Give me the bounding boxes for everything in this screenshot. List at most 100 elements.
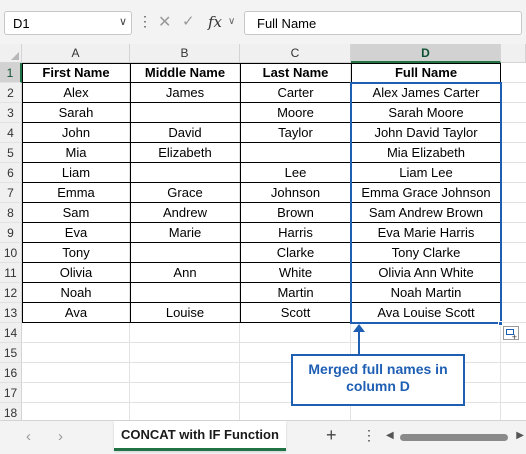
sheet-tab-label: CONCAT with IF Function bbox=[121, 427, 279, 442]
cell-b7[interactable]: Grace bbox=[130, 183, 240, 203]
next-sheet-icon[interactable]: › bbox=[58, 428, 63, 445]
more-options-icon[interactable]: ⋮ bbox=[138, 13, 152, 30]
table-border bbox=[22, 302, 501, 303]
cell-c7[interactable]: Johnson bbox=[240, 183, 351, 203]
cell-d13[interactable]: Ava Louise Scott bbox=[351, 303, 501, 323]
cell-a2[interactable]: Alex bbox=[22, 83, 130, 103]
row-header-4[interactable]: 4 bbox=[0, 123, 22, 143]
header-cell-c[interactable]: Last Name bbox=[240, 63, 351, 83]
cell-b2[interactable]: James bbox=[130, 83, 240, 103]
row-header-14[interactable]: 14 bbox=[0, 323, 22, 343]
cell-d8[interactable]: Sam Andrew Brown bbox=[351, 203, 501, 223]
header-cell-b[interactable]: Middle Name bbox=[130, 63, 240, 83]
cell-b12[interactable] bbox=[130, 283, 240, 303]
scroll-left-icon[interactable]: ◀ bbox=[386, 430, 394, 441]
header-cell-d[interactable]: Full Name bbox=[351, 63, 501, 83]
scrollbar-thumb[interactable] bbox=[400, 434, 508, 441]
spreadsheet-grid[interactable]: A B C D 1 2 3 4 5 6 7 8 9 10 11 12 13 14 15 16 17 18 First Nam… bbox=[0, 44, 526, 420]
cell-a8[interactable]: Sam bbox=[22, 203, 130, 223]
cell-a13[interactable]: Ava bbox=[22, 303, 130, 323]
enter-icon[interactable]: ✓ bbox=[182, 12, 195, 30]
row-header-5[interactable]: 5 bbox=[0, 143, 22, 163]
formula-text: Full Name bbox=[257, 16, 317, 31]
row-header-6[interactable]: 6 bbox=[0, 163, 22, 183]
column-header-c[interactable]: C bbox=[240, 44, 351, 63]
row-header-11[interactable]: 11 bbox=[0, 263, 22, 283]
cell-d2[interactable]: Alex James Carter bbox=[351, 83, 501, 103]
cancel-icon[interactable]: ✕ bbox=[158, 12, 171, 32]
formula-input[interactable]: Full Name bbox=[244, 11, 522, 35]
cell-d6[interactable]: Liam Lee bbox=[351, 163, 501, 183]
cell-a6[interactable]: Liam bbox=[22, 163, 130, 183]
cell-b13[interactable]: Louise bbox=[130, 303, 240, 323]
name-box[interactable]: D1 ∨ bbox=[4, 11, 132, 35]
cell-a9[interactable]: Eva bbox=[22, 223, 130, 243]
prev-sheet-icon[interactable]: ‹ bbox=[26, 428, 31, 445]
cell-c11[interactable]: White bbox=[240, 263, 351, 283]
select-all-corner[interactable] bbox=[0, 44, 22, 63]
cell-a4[interactable]: John bbox=[22, 123, 130, 143]
cell-c8[interactable]: Brown bbox=[240, 203, 351, 223]
quick-analysis-icon[interactable] bbox=[503, 326, 519, 342]
cell-b6[interactable] bbox=[130, 163, 240, 183]
row-header-13[interactable]: 13 bbox=[0, 303, 22, 323]
add-sheet-button[interactable]: + bbox=[326, 425, 337, 446]
row-header-10[interactable]: 10 bbox=[0, 243, 22, 263]
cell-c6[interactable]: Lee bbox=[240, 163, 351, 183]
cell-d11[interactable]: Olivia Ann White bbox=[351, 263, 501, 283]
cell-a11[interactable]: Olivia bbox=[22, 263, 130, 283]
cell-c3[interactable]: Moore bbox=[240, 103, 351, 123]
cell-c9[interactable]: Harris bbox=[240, 223, 351, 243]
cell-d10[interactable]: Tony Clarke bbox=[351, 243, 501, 263]
cell-b5[interactable]: Elizabeth bbox=[130, 143, 240, 163]
row-header-16[interactable]: 16 bbox=[0, 363, 22, 383]
cell-b8[interactable]: Andrew bbox=[130, 203, 240, 223]
chevron-down-icon[interactable]: ∨ bbox=[228, 16, 235, 27]
row-header-12[interactable]: 12 bbox=[0, 283, 22, 303]
cell-d5[interactable]: Mia Elizabeth bbox=[351, 143, 501, 163]
cell-b4[interactable]: David bbox=[130, 123, 240, 143]
row-header-3[interactable]: 3 bbox=[0, 103, 22, 123]
cell-d3[interactable]: Sarah Moore bbox=[351, 103, 501, 123]
sheet-tab-active[interactable]: CONCAT with IF Function bbox=[114, 421, 286, 451]
cell-b11[interactable]: Ann bbox=[130, 263, 240, 283]
table-border bbox=[22, 162, 501, 163]
column-header-a[interactable]: A bbox=[22, 44, 130, 63]
cell-a5[interactable]: Mia bbox=[22, 143, 130, 163]
row-header-8[interactable]: 8 bbox=[0, 203, 22, 223]
cell-c10[interactable]: Clarke bbox=[240, 243, 351, 263]
cell-b3[interactable] bbox=[130, 103, 240, 123]
column-header-d[interactable]: D bbox=[351, 44, 501, 63]
table-border bbox=[22, 282, 501, 283]
column-header-b[interactable]: B bbox=[130, 44, 240, 63]
row-header-2[interactable]: 2 bbox=[0, 83, 22, 103]
row-header-17[interactable]: 17 bbox=[0, 383, 22, 403]
table-border bbox=[22, 262, 501, 263]
cell-b10[interactable] bbox=[130, 243, 240, 263]
insert-function-icon[interactable]: fx bbox=[208, 13, 222, 31]
cell-a10[interactable]: Tony bbox=[22, 243, 130, 263]
row-header-7[interactable]: 7 bbox=[0, 183, 22, 203]
cell-c12[interactable]: Martin bbox=[240, 283, 351, 303]
cell-d7[interactable]: Emma Grace Johnson bbox=[351, 183, 501, 203]
cell-d12[interactable]: Noah Martin bbox=[351, 283, 501, 303]
row-header-9[interactable]: 9 bbox=[0, 223, 22, 243]
row-header-18[interactable]: 18 bbox=[0, 403, 22, 420]
cell-a3[interactable]: Sarah bbox=[22, 103, 130, 123]
cell-a12[interactable]: Noah bbox=[22, 283, 130, 303]
row-header-1[interactable]: 1 bbox=[0, 63, 22, 83]
header-cell-a[interactable]: First Name bbox=[22, 63, 130, 83]
chevron-down-icon[interactable]: ∨ bbox=[119, 15, 127, 28]
row-header-15[interactable]: 15 bbox=[0, 343, 22, 363]
cell-c2[interactable]: Carter bbox=[240, 83, 351, 103]
cell-c13[interactable]: Scott bbox=[240, 303, 351, 323]
cell-b9[interactable]: Marie bbox=[130, 223, 240, 243]
horizontal-scrollbar[interactable]: ◀ ▶ bbox=[386, 430, 524, 444]
cell-a7[interactable]: Emma bbox=[22, 183, 130, 203]
scroll-right-icon[interactable]: ▶ bbox=[516, 430, 524, 441]
more-sheets-icon[interactable]: ⋮ bbox=[362, 427, 376, 444]
cell-c5[interactable] bbox=[240, 143, 351, 163]
cell-d4[interactable]: John David Taylor bbox=[351, 123, 501, 143]
cell-d9[interactable]: Eva Marie Harris bbox=[351, 223, 501, 243]
cell-c4[interactable]: Taylor bbox=[240, 123, 351, 143]
